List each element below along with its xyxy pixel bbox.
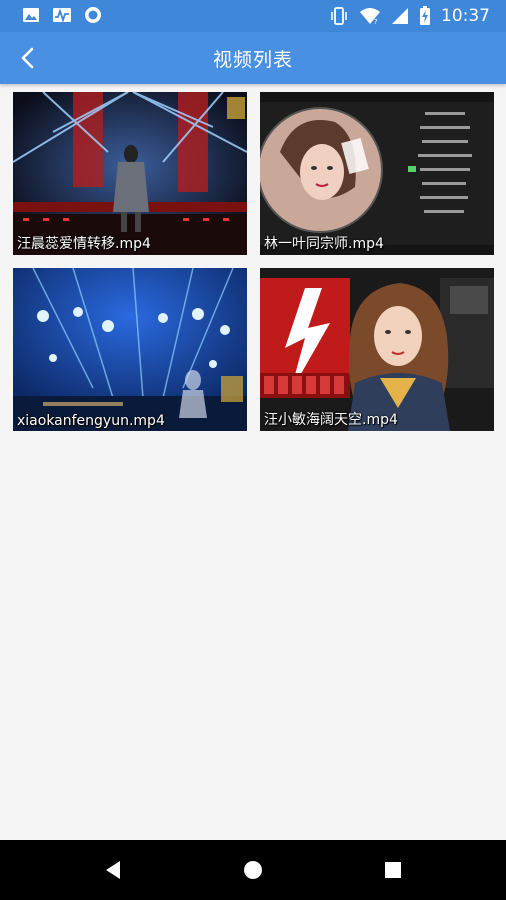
status-bar: ? 10:37: [0, 0, 506, 32]
battery-icon: [420, 6, 430, 25]
video-file-name: xiaokanfengyun.mp4: [17, 413, 165, 429]
notification-icons: [22, 6, 102, 24]
recents-square-icon: [385, 862, 401, 878]
video-file-name: 林一叶同宗师.mp4: [264, 236, 384, 252]
wifi-icon: ?: [360, 8, 380, 25]
system-icons: ? 10:37: [329, 5, 490, 27]
page-title: 视频列表: [212, 49, 293, 71]
video-thumbnail: [13, 268, 247, 431]
vibrate-icon: [331, 7, 347, 25]
video-item[interactable]: xiaokanfengyun.mp4: [13, 268, 247, 431]
navigation-bar: [0, 840, 506, 900]
video-thumbnail: [260, 92, 494, 255]
app-bar: 视频列表: [0, 32, 506, 84]
video-thumbnail: [260, 268, 494, 431]
video-item[interactable]: 汪晨蕊爱情转移.mp4: [13, 92, 247, 255]
home-circle-icon: [244, 861, 262, 879]
video-file-name: 汪小敏海阔天空.mp4: [264, 412, 398, 428]
image-icon: [23, 8, 39, 22]
status-time: 10:37: [441, 6, 490, 26]
circle-icon: [85, 7, 101, 23]
activity-icon: [53, 8, 71, 23]
back-triangle-icon: [106, 861, 120, 879]
video-item[interactable]: 林一叶同宗师.mp4: [260, 92, 494, 255]
video-file-name: 汪晨蕊爱情转移.mp4: [17, 236, 151, 252]
video-item[interactable]: 汪小敏海阔天空.mp4: [260, 268, 494, 431]
nav-back-button[interactable]: [97, 854, 129, 886]
signal-icon: [392, 8, 408, 24]
video-thumbnail: [13, 92, 247, 255]
nav-recents-button[interactable]: [377, 854, 409, 886]
nav-home-button[interactable]: [237, 854, 269, 886]
svg-text:?: ?: [374, 18, 378, 25]
